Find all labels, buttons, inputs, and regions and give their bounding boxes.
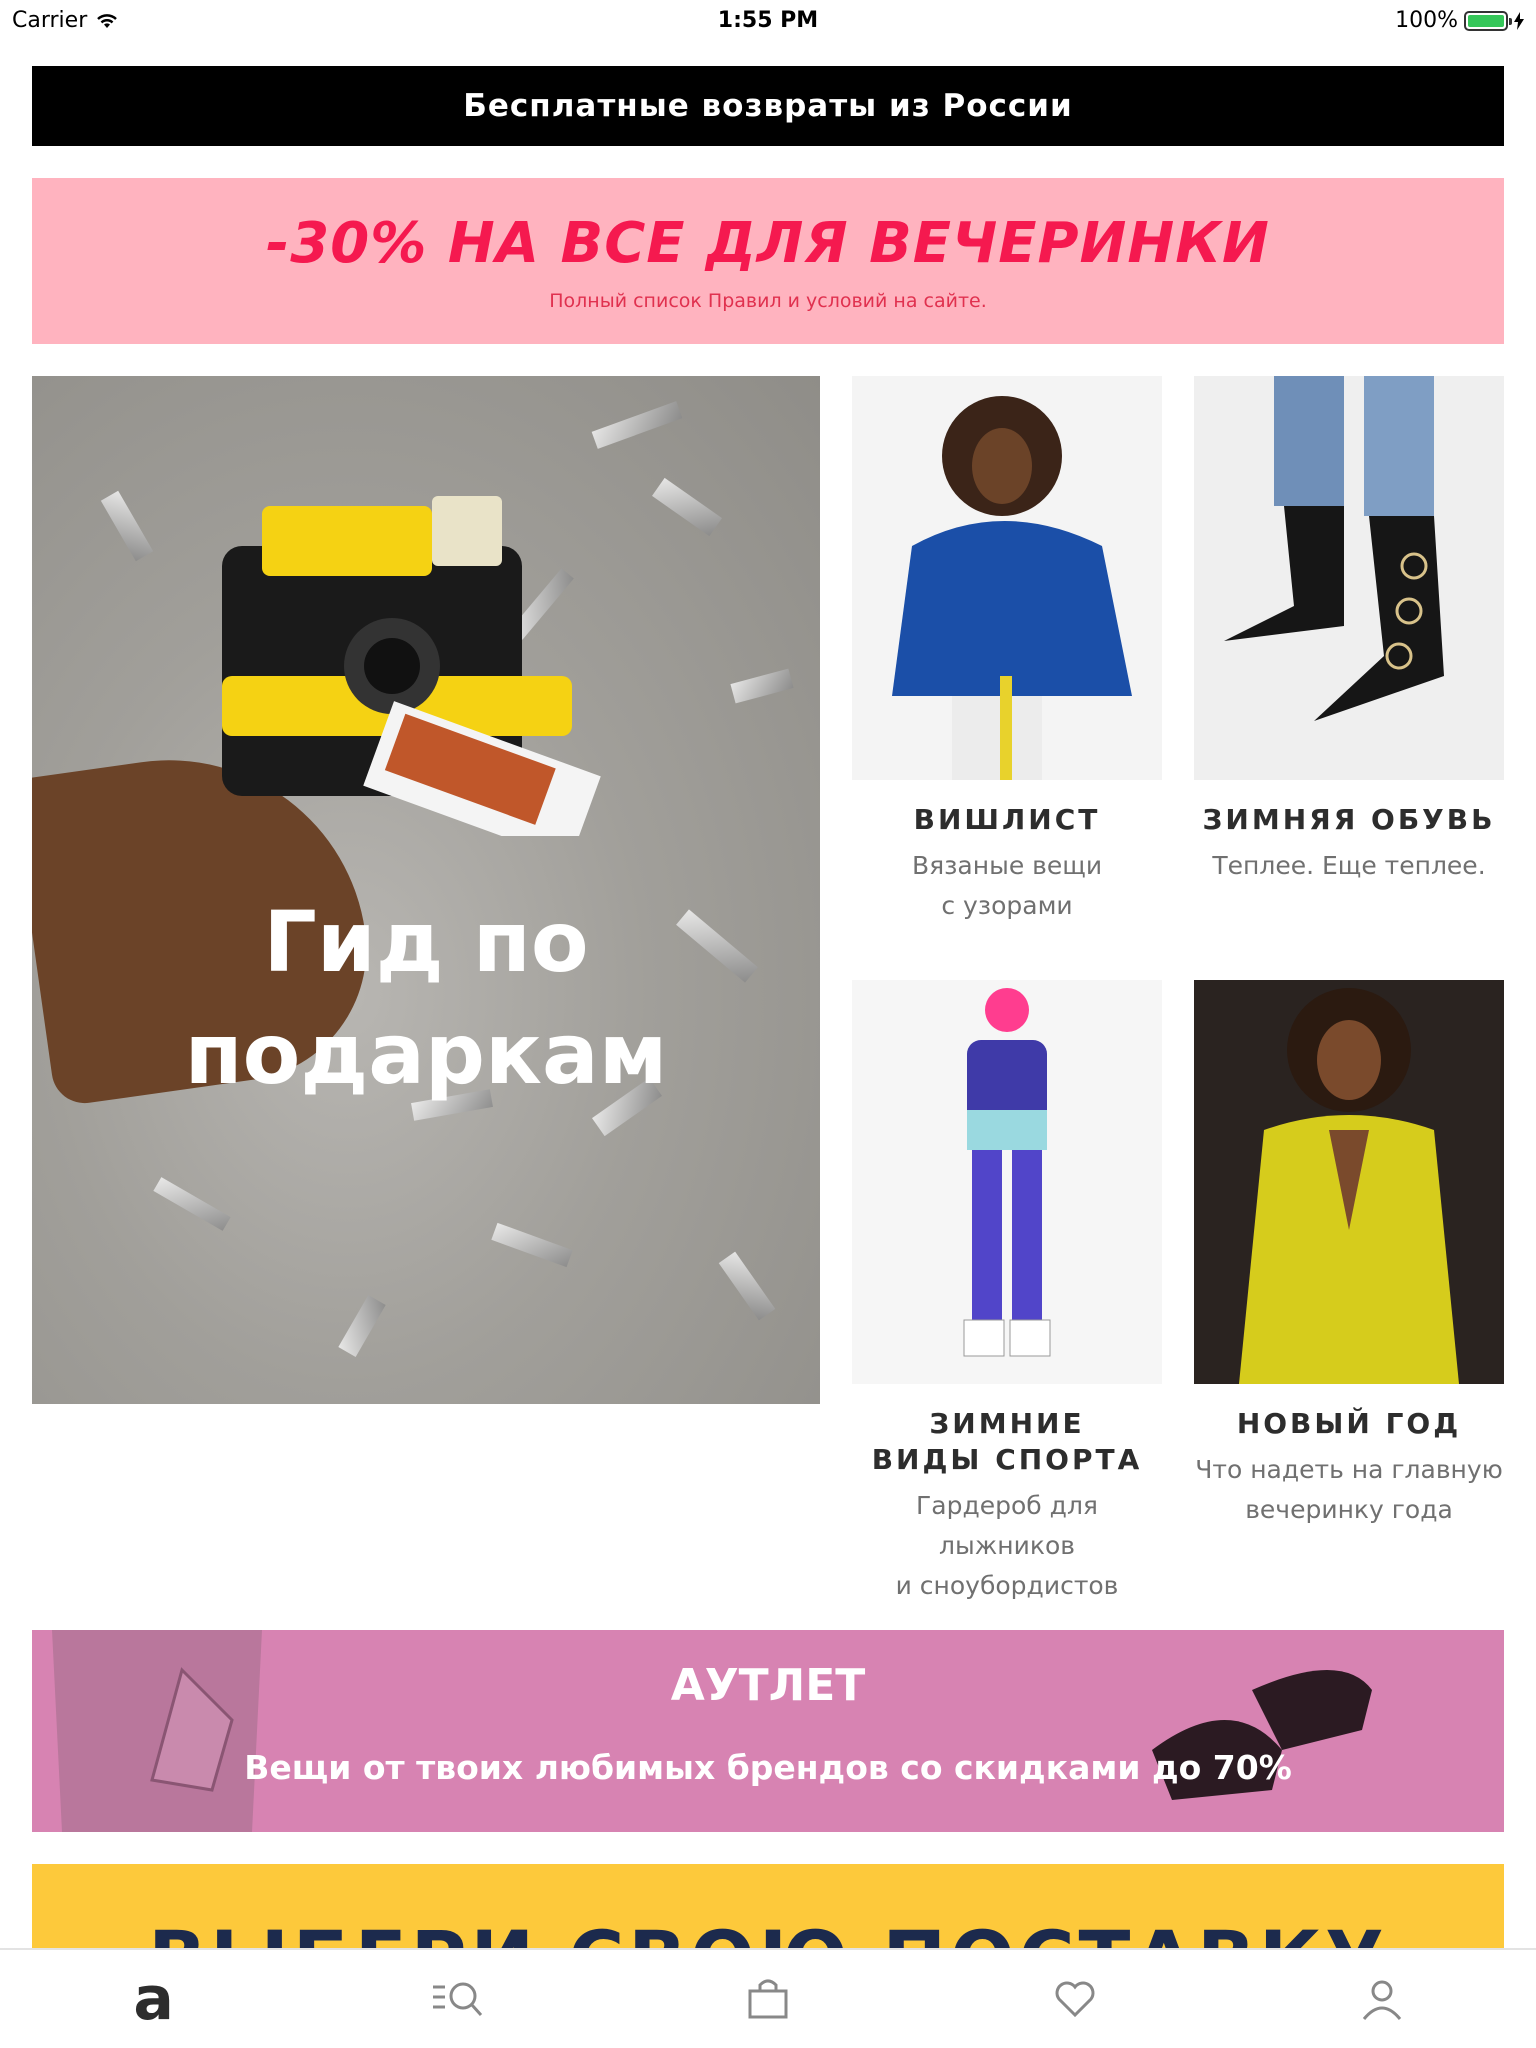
winter-sports-label-line2: ВИДЫ СПОРТА <box>871 1443 1143 1476</box>
tab-saved[interactable] <box>1015 1959 1135 2039</box>
new-year-subtitle-line2: вечеринку года <box>1245 1495 1453 1524</box>
new-year-image <box>1194 980 1504 1384</box>
tile-wishlist[interactable]: ВИШЛИСТ Вязаные вещи с узорами <box>852 376 1162 926</box>
tile-winter-sports[interactable]: ЗИМНИЕ ВИДЫ СПОРТА Гардероб для лыжников… <box>852 980 1162 1606</box>
winter-sports-subtitle-line2: и сноубордистов <box>895 1571 1119 1600</box>
tile-new-year[interactable]: НОВЫЙ ГОД Что надеть на главную вечеринк… <box>1194 980 1504 1530</box>
wishlist-subtitle: Вязаные вещи с узорами <box>852 846 1162 926</box>
tab-home[interactable]: a <box>94 1959 214 2039</box>
tab-bag[interactable] <box>708 1959 828 2039</box>
free-returns-banner[interactable]: Бесплатные возвраты из России <box>32 66 1504 146</box>
battery-percent: 100% <box>1395 8 1458 33</box>
carrier-indicator: Carrier <box>12 8 119 33</box>
winter-shoes-image <box>1194 376 1504 780</box>
tile-winter-shoes[interactable]: ЗИМНЯЯ ОБУВЬ Теплее. Еще теплее. <box>1194 376 1504 886</box>
wishlist-image <box>852 376 1162 780</box>
winter-sports-subtitle: Гардероб для лыжников и сноубордистов <box>852 1486 1162 1606</box>
winter-sports-subtitle-line1: Гардероб для лыжников <box>916 1491 1098 1560</box>
gift-guide-title-line1: Гид по <box>263 893 589 991</box>
promo-terms: Полный список Правил и условий на сайте. <box>549 289 987 312</box>
wishlist-label: ВИШЛИСТ <box>913 803 1101 836</box>
gift-guide-title-line2: подаркам <box>184 1005 668 1103</box>
wifi-icon <box>97 13 118 28</box>
winter-sports-image <box>852 980 1162 1384</box>
tab-search[interactable] <box>401 1959 521 2039</box>
charging-icon <box>1514 11 1524 30</box>
winter-sports-label-line1: ЗИМНИЕ <box>929 1407 1085 1440</box>
gift-guide-title: Гид по подаркам <box>32 886 820 1110</box>
bag-icon <box>748 1979 788 2019</box>
promo-title: -30% НА ВСЕ ДЛЯ ВЕЧЕРИНКИ <box>266 210 1270 276</box>
polaroid-camera-image <box>222 496 601 836</box>
home-logo-icon: a <box>133 1964 174 2034</box>
heart-icon <box>1055 1981 1095 2018</box>
outlet-title: АУТЛЕТ <box>670 1660 866 1711</box>
party-promo-banner[interactable]: -30% НА ВСЕ ДЛЯ ВЕЧЕРИНКИ Полный список … <box>32 178 1504 344</box>
search-icon <box>432 1982 482 2017</box>
tab-bar: a <box>0 1948 1536 2048</box>
wishlist-subtitle-line2: с узорами <box>941 891 1073 920</box>
outlet-banner[interactable]: АУТЛЕТ Вещи от твоих любимых брендов со … <box>32 1630 1504 1832</box>
carrier-label: Carrier <box>12 8 88 33</box>
clock: 1:55 PM <box>717 8 819 33</box>
tab-account[interactable] <box>1322 1959 1442 2039</box>
new-year-subtitle: Что надеть на главную вечеринку года <box>1194 1450 1504 1530</box>
winter-sports-label: ЗИМНИЕ ВИДЫ СПОРТА <box>852 1406 1162 1478</box>
outlet-subtitle: Вещи от твоих любимых брендов со скидкам… <box>244 1748 1292 1787</box>
gift-guide-tile[interactable]: Гид по подаркам <box>32 376 820 1404</box>
new-year-label: НОВЫЙ ГОД <box>1236 1407 1462 1440</box>
battery-icon <box>1464 10 1512 31</box>
new-year-subtitle-line1: Что надеть на главную <box>1195 1455 1503 1484</box>
winter-shoes-subtitle-line1: Теплее. Еще теплее. <box>1212 851 1486 880</box>
winter-shoes-subtitle: Теплее. Еще теплее. <box>1194 846 1504 886</box>
status-bar: Carrier 1:55 PM 100% <box>0 0 1536 40</box>
wishlist-subtitle-line1: Вязаные вещи <box>911 851 1103 880</box>
account-icon <box>1363 1980 1402 2020</box>
winter-shoes-label: ЗИМНЯЯ ОБУВЬ <box>1202 803 1496 836</box>
battery-indicator: 100% <box>1395 8 1524 33</box>
free-returns-label: Бесплатные возвраты из России <box>463 88 1073 124</box>
